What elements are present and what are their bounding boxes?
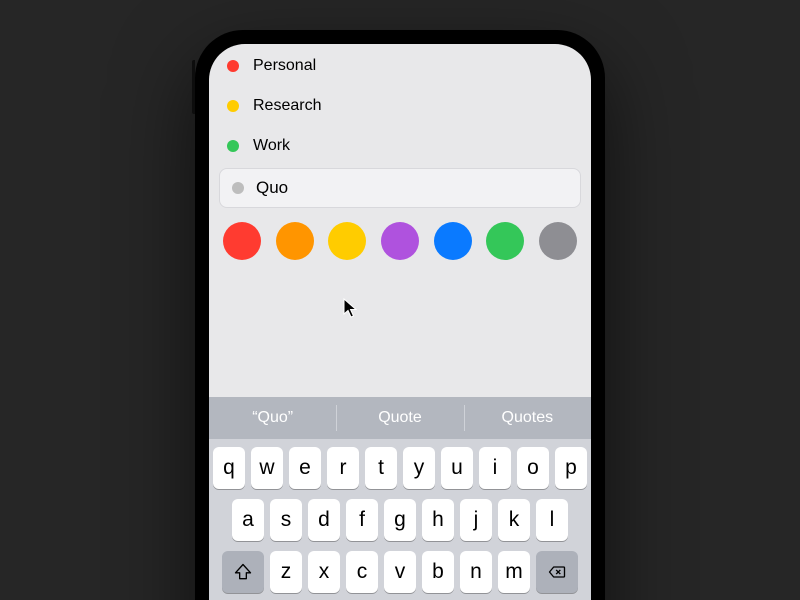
tag-label: Research — [253, 97, 321, 115]
color-swatch[interactable] — [434, 222, 472, 260]
letter-key-i[interactable]: i — [479, 447, 511, 489]
letter-key-n[interactable]: n — [460, 551, 492, 593]
new-tag-row — [209, 166, 591, 216]
quicktype-suggestion[interactable]: Quotes — [464, 397, 591, 439]
letter-key-s[interactable]: s — [270, 499, 302, 541]
tag-label: Work — [253, 137, 290, 155]
letter-key-u[interactable]: u — [441, 447, 473, 489]
tag-item[interactable]: Work — [227, 126, 573, 166]
tag-color-dot — [227, 60, 239, 72]
backspace-icon — [547, 562, 567, 582]
letter-key-p[interactable]: p — [555, 447, 587, 489]
letter-key-l[interactable]: l — [536, 499, 568, 541]
keyboard-row-3: zxcvbnm — [213, 551, 587, 593]
quicktype-suggestion[interactable]: “Quo” — [209, 397, 336, 439]
letter-key-x[interactable]: x — [308, 551, 340, 593]
phone-side-button — [192, 60, 195, 114]
letter-key-z[interactable]: z — [270, 551, 302, 593]
tag-item[interactable]: Personal — [227, 46, 573, 86]
backspace-key[interactable] — [536, 551, 578, 593]
keyboard-row-1: qwertyuiop — [213, 447, 587, 489]
tag-color-dot — [227, 140, 239, 152]
letter-key-v[interactable]: v — [384, 551, 416, 593]
keyboard-key-rows: qwertyuiop asdfghjkl zxcvbnm — [209, 439, 591, 597]
quicktype-bar: “Quo”QuoteQuotes — [209, 397, 591, 439]
new-tag-color-dot — [232, 182, 244, 194]
letter-key-q[interactable]: q — [213, 447, 245, 489]
letter-key-y[interactable]: y — [403, 447, 435, 489]
letter-key-d[interactable]: d — [308, 499, 340, 541]
letter-key-k[interactable]: k — [498, 499, 530, 541]
color-swatch[interactable] — [381, 222, 419, 260]
letter-key-a[interactable]: a — [232, 499, 264, 541]
letter-key-b[interactable]: b — [422, 551, 454, 593]
letter-key-h[interactable]: h — [422, 499, 454, 541]
letter-key-m[interactable]: m — [498, 551, 530, 593]
letter-key-j[interactable]: j — [460, 499, 492, 541]
letter-key-t[interactable]: t — [365, 447, 397, 489]
color-swatch[interactable] — [328, 222, 366, 260]
letter-key-g[interactable]: g — [384, 499, 416, 541]
new-tag-field[interactable] — [219, 168, 581, 208]
tag-color-dot — [227, 100, 239, 112]
quicktype-suggestion[interactable]: Quote — [336, 397, 463, 439]
letter-key-o[interactable]: o — [517, 447, 549, 489]
tag-label: Personal — [253, 57, 316, 75]
software-keyboard: “Quo”QuoteQuotes qwertyuiop asdfghjkl zx… — [209, 397, 591, 600]
new-tag-input[interactable] — [256, 178, 568, 198]
letter-key-r[interactable]: r — [327, 447, 359, 489]
color-swatch[interactable] — [276, 222, 314, 260]
phone-frame: Personal Research Work “Quo”QuoteQuotes qw… — [195, 30, 605, 600]
keyboard-row-2: asdfghjkl — [213, 499, 587, 541]
phone-screen: Personal Research Work “Quo”QuoteQuotes qw… — [209, 44, 591, 600]
shift-key[interactable] — [222, 551, 264, 593]
letter-key-c[interactable]: c — [346, 551, 378, 593]
shift-icon — [233, 562, 253, 582]
letter-key-f[interactable]: f — [346, 499, 378, 541]
color-swatch-row — [209, 216, 591, 270]
letter-key-w[interactable]: w — [251, 447, 283, 489]
color-swatch[interactable] — [539, 222, 577, 260]
tag-list: Personal Research Work — [209, 44, 591, 166]
color-swatch[interactable] — [223, 222, 261, 260]
color-swatch[interactable] — [486, 222, 524, 260]
tag-item[interactable]: Research — [227, 86, 573, 126]
letter-key-e[interactable]: e — [289, 447, 321, 489]
